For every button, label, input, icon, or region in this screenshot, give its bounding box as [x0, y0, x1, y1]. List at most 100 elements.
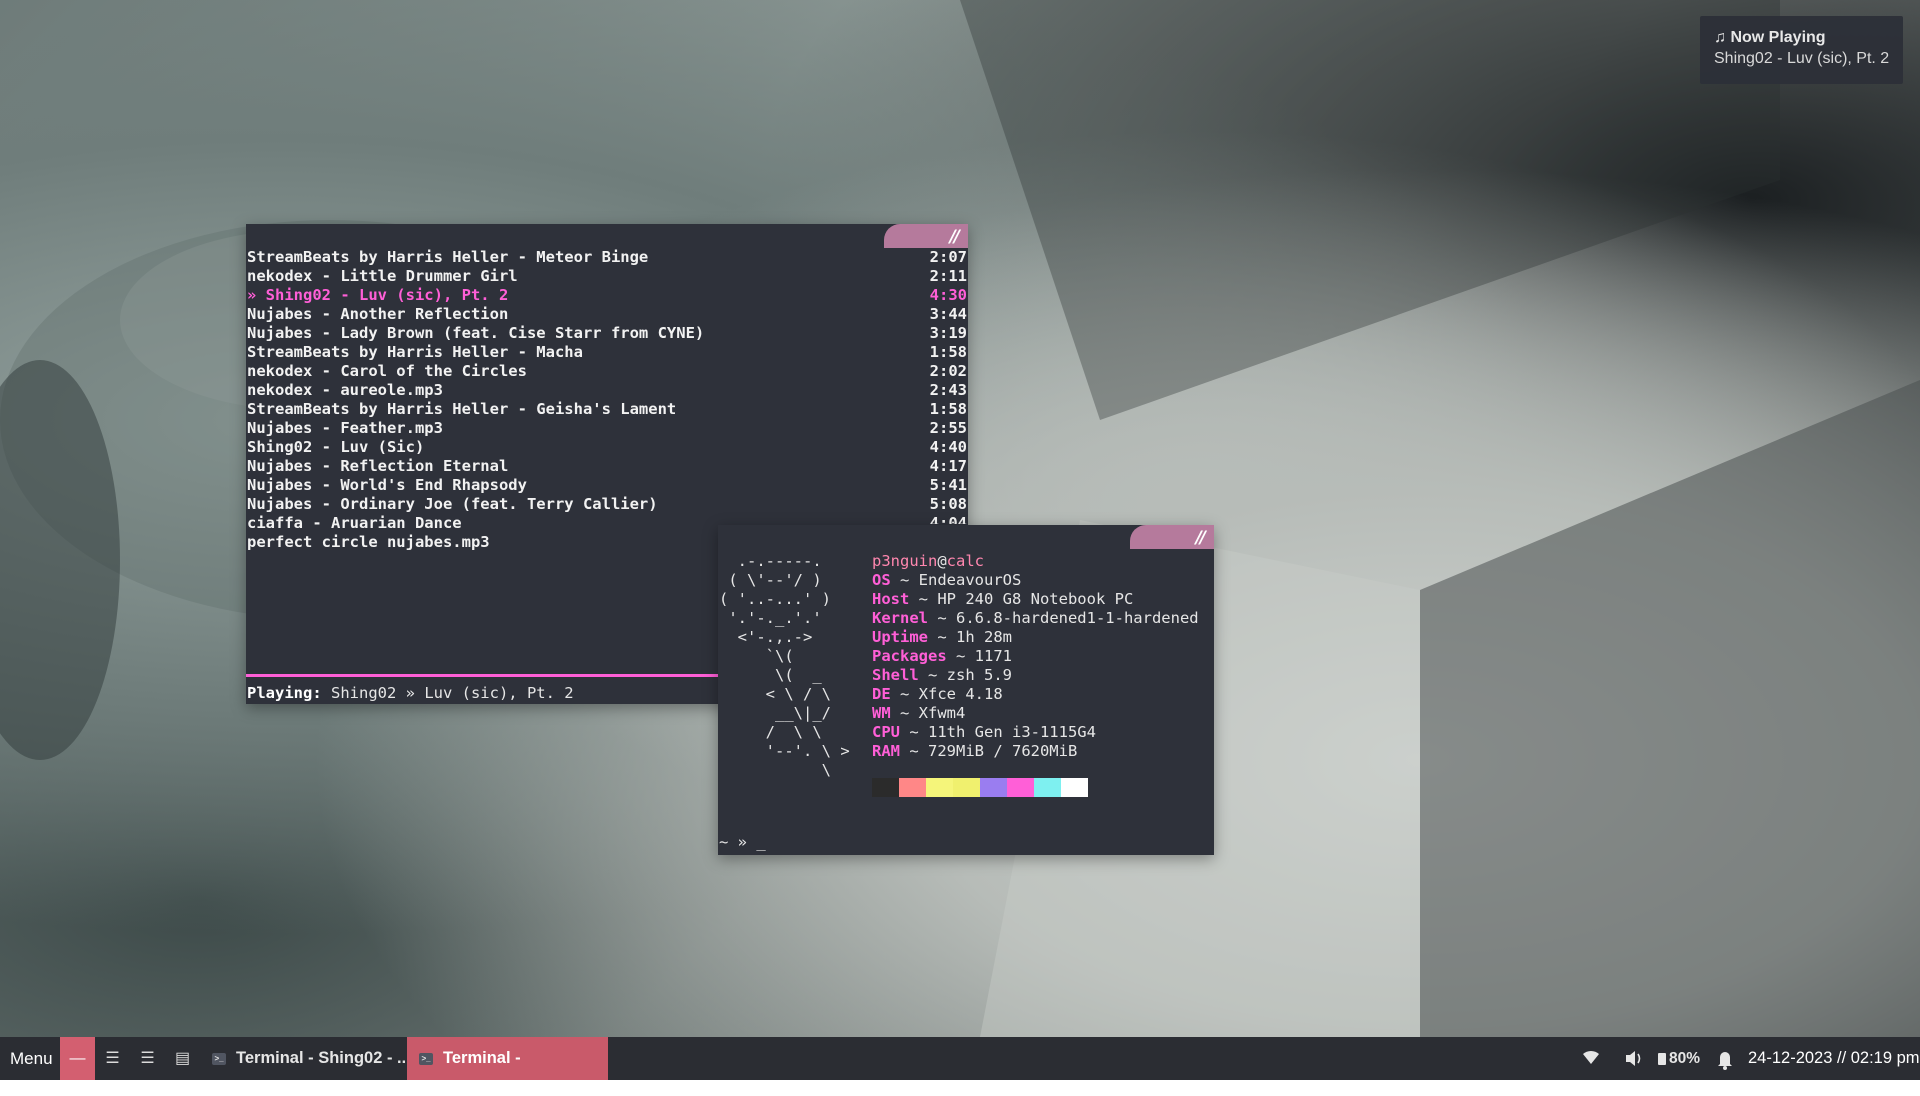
notification-body: Shing02 - Luv (sic), Pt. 2	[1714, 50, 1890, 67]
info-line: DE ~ Xfce 4.18	[872, 685, 1199, 704]
battery-icon	[1658, 1052, 1666, 1065]
playlist-track[interactable]: Nujabes - Ordinary Joe (feat. Terry Call…	[247, 495, 967, 514]
track-duration: 3:19	[929, 324, 967, 342]
shell-prompt[interactable]: ~ » _	[719, 833, 766, 852]
track-title: Nujabes - Ordinary Joe (feat. Terry Call…	[247, 495, 658, 513]
info-key: Host	[872, 590, 910, 608]
track-duration: 4:30	[929, 286, 967, 304]
window-pause-icon[interactable]: //	[950, 227, 961, 247]
info-key: CPU	[872, 723, 900, 741]
color-swatch	[1061, 778, 1088, 797]
info-value: ~ HP 240 G8 Notebook PC	[909, 590, 1134, 608]
playlist-track[interactable]: nekodex - aureole.mp3 2:43	[247, 381, 967, 400]
color-swatch	[953, 778, 980, 797]
now-playing-status: Playing: Shing02 » Luv (sic), Pt. 2	[247, 684, 574, 703]
window-title-tab[interactable]: //	[884, 224, 968, 248]
track-title: Nujabes - Another Reflection	[247, 305, 509, 323]
info-key: RAM	[872, 742, 900, 760]
info-key: DE	[872, 685, 891, 703]
bell-icon[interactable]	[1717, 1037, 1737, 1080]
workspace-3-button[interactable]: ☰	[130, 1037, 165, 1080]
track-title: StreamBeats by Harris Heller - Meteor Bi…	[247, 248, 649, 266]
track-title: StreamBeats by Harris Heller - Macha	[247, 343, 583, 361]
playlist[interactable]: StreamBeats by Harris Heller - Meteor Bi…	[247, 248, 967, 552]
info-line: Uptime ~ 1h 28m	[872, 628, 1199, 647]
track-title: » Shing02 - Luv (sic), Pt. 2	[247, 286, 509, 304]
playlist-track[interactable]: nekodex - Little Drummer Girl 2:11	[247, 267, 967, 286]
color-swatch	[1034, 778, 1061, 797]
track-title: Nujabes - Feather.mp3	[247, 419, 443, 437]
playlist-track[interactable]: Nujabes - Reflection Eternal 4:17	[247, 457, 967, 476]
info-line: RAM ~ 729MiB / 7620MiB	[872, 742, 1199, 761]
clock[interactable]: 24-12-2023 // 02:19 pm	[1748, 1037, 1920, 1080]
task-label: Terminal - Shing02 - ...	[236, 1049, 405, 1067]
track-duration: 3:44	[929, 305, 967, 323]
wifi-icon[interactable]	[1582, 1037, 1602, 1080]
fetch-terminal[interactable]: // .-.-----. ( \'--'/ ) ( '..-...' ) '.'…	[718, 525, 1214, 855]
info-value: ~ Xfce 4.18	[890, 685, 1003, 703]
menu-button[interactable]: Menu	[10, 1037, 53, 1080]
track-title: ciaffa - Aruarian Dance	[247, 514, 462, 532]
info-value: ~ 1h 28m	[928, 628, 1012, 646]
task-terminal-player[interactable]: >_ Terminal - Shing02 - ...	[200, 1037, 405, 1080]
info-value: ~ 729MiB / 7620MiB	[900, 742, 1078, 760]
track-title: Nujabes - Lady Brown (feat. Cise Starr f…	[247, 324, 705, 342]
playing-value: Shing02 » Luv (sic), Pt. 2	[331, 684, 574, 702]
color-swatch	[1007, 778, 1034, 797]
info-line: Kernel ~ 6.6.8-hardened1-1-hardened	[872, 609, 1199, 628]
track-duration: 2:43	[929, 381, 967, 399]
info-line: OS ~ EndeavourOS	[872, 571, 1199, 590]
info-line: Host ~ HP 240 G8 Notebook PC	[872, 590, 1199, 609]
info-value: ~ zsh 5.9	[918, 666, 1012, 684]
playlist-track[interactable]: Shing02 - Luv (Sic) 4:40	[247, 438, 967, 457]
color-swatch	[926, 778, 953, 797]
at-sign: @	[937, 552, 947, 570]
track-duration: 5:41	[929, 476, 967, 494]
info-line: WM ~ Xfwm4	[872, 704, 1199, 723]
ascii-art-logo: .-.-----. ( \'--'/ ) ( '..-...' ) '.'-._…	[719, 552, 850, 779]
track-duration: 5:08	[929, 495, 967, 513]
info-value: ~ 1171	[946, 647, 1012, 665]
info-value: ~ 11th Gen i3-1115G4	[900, 723, 1096, 741]
playlist-track[interactable]: Nujabes - Another Reflection 3:44	[247, 305, 967, 324]
workspace-2-button[interactable]: ☰	[95, 1037, 130, 1080]
track-duration: 4:17	[929, 457, 967, 475]
task-label: Terminal -	[443, 1049, 521, 1067]
track-duration: 4:40	[929, 438, 967, 456]
info-value: ~ EndeavourOS	[890, 571, 1022, 589]
color-palette	[872, 778, 1088, 797]
playlist-track[interactable]: nekodex - Carol of the Circles 2:02	[247, 362, 967, 381]
playlist-track[interactable]: StreamBeats by Harris Heller - Meteor Bi…	[247, 248, 967, 267]
window-pause-icon[interactable]: //	[1196, 528, 1207, 548]
info-line: CPU ~ 11th Gen i3-1115G4	[872, 723, 1199, 742]
task-terminal-active[interactable]: >_ Terminal -	[407, 1037, 608, 1080]
track-duration: 1:58	[929, 343, 967, 361]
hostname: calc	[946, 552, 984, 570]
playlist-track[interactable]: StreamBeats by Harris Heller - Geisha's …	[247, 400, 967, 419]
color-swatch	[872, 778, 899, 797]
window-title-tab[interactable]: //	[1130, 525, 1214, 549]
track-title: Shing02 - Luv (Sic)	[247, 438, 425, 456]
workspace-1-button[interactable]: —	[60, 1037, 95, 1080]
taskbar: Menu — ☰ ☰ ▤ >_ Terminal - Shing02 - ... …	[0, 1037, 1920, 1080]
track-duration: 2:11	[929, 267, 967, 285]
playlist-track[interactable]: » Shing02 - Luv (sic), Pt. 2 4:30	[247, 286, 967, 305]
track-title: Nujabes - Reflection Eternal	[247, 457, 509, 475]
playlist-track[interactable]: Nujabes - Feather.mp3 2:55	[247, 419, 967, 438]
info-key: Kernel	[872, 609, 928, 627]
playlist-track[interactable]: Nujabes - World's End Rhapsody 5:41	[247, 476, 967, 495]
playlist-track[interactable]: Nujabes - Lady Brown (feat. Cise Starr f…	[247, 324, 967, 343]
volume-icon[interactable]	[1624, 1037, 1644, 1080]
playlist-track[interactable]: StreamBeats by Harris Heller - Macha 1:58	[247, 343, 967, 362]
track-duration: 2:07	[929, 248, 967, 266]
notification-title: ♫ Now Playing	[1714, 29, 1826, 46]
username: p3nguin	[872, 552, 938, 570]
system-info: p3nguin@calc OS ~ EndeavourOS Host ~ HP 2…	[872, 552, 1199, 761]
track-duration: 2:02	[929, 362, 967, 380]
now-playing-notification[interactable]: ♫ Now Playing Shing02 - Luv (sic), Pt. 2	[1700, 16, 1903, 84]
battery-indicator[interactable]: 80%	[1658, 1037, 1700, 1080]
info-key: Shell	[872, 666, 919, 684]
workspace-4-button[interactable]: ▤	[165, 1037, 200, 1080]
playing-label: Playing:	[247, 684, 322, 702]
info-key: Uptime	[872, 628, 928, 646]
